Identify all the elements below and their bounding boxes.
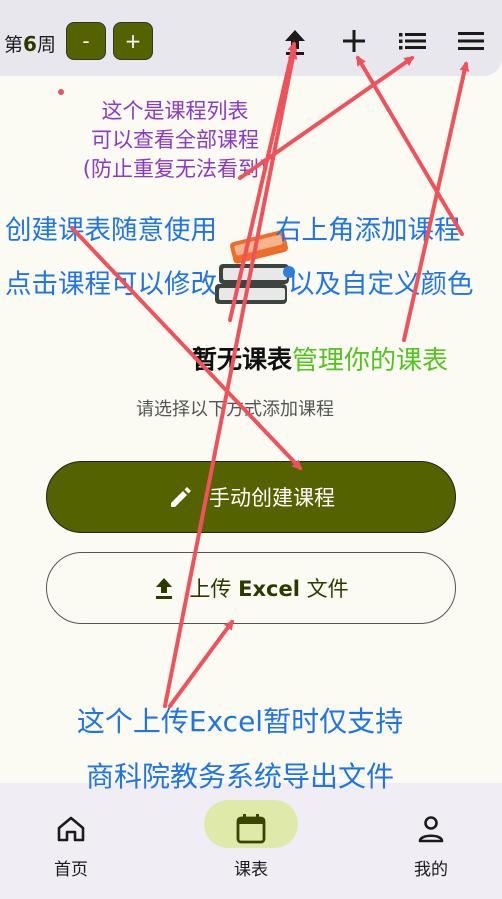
annotation-dot [58, 89, 64, 95]
plus-label: + [124, 29, 142, 53]
top-app-bar: 第6周 - + [0, 0, 502, 76]
annotation-create-schedule: 创建课表随意使用 [5, 215, 217, 246]
empty-state-title: 暂无课表 [192, 345, 293, 374]
annotation-course-list: 这个是课程列表 可以查看全部课程 (防止重复无法看到) [60, 97, 290, 184]
calendar-icon [236, 814, 266, 844]
nav-label-me: 我的 [414, 860, 448, 880]
nav-item-schedule[interactable]: 课表 [191, 783, 311, 899]
annotation-line: 这个是课程列表 [101, 99, 249, 123]
manual-create-label: 手动创建课程 [209, 486, 335, 510]
previous-week-button[interactable]: - [66, 22, 106, 60]
upload-suffix: 文件 [306, 577, 349, 601]
course-list-icon[interactable] [396, 24, 430, 58]
annotation-custom-color: 以及自定义颜色 [288, 269, 474, 300]
upload-label: 上传 Excel 文件 [189, 573, 348, 603]
week-prefix: 第 [4, 34, 24, 56]
upload-prefix: 上传 [189, 577, 232, 601]
week-suffix: 周 [36, 34, 56, 56]
annotation-manage-schedule: 管理你的课表 [292, 346, 449, 376]
add-icon[interactable] [337, 24, 371, 58]
annotation-edit-course: 点击课程可以修改 [5, 269, 217, 300]
nav-item-me[interactable]: 我的 [371, 783, 491, 899]
manual-create-course-button[interactable]: 手动创建课程 [46, 461, 456, 533]
home-icon [57, 816, 85, 842]
upload-excel-button[interactable]: 上传 Excel 文件 [46, 552, 456, 624]
upload-excel-word: Excel [238, 577, 300, 601]
upload-icon[interactable] [278, 24, 312, 58]
annotation-line: 可以查看全部课程 [91, 128, 259, 152]
nav-item-home[interactable]: 首页 [11, 783, 131, 899]
arrow-to-upload-button [168, 619, 234, 708]
nav-label-home: 首页 [54, 860, 88, 880]
menu-icon[interactable] [454, 24, 488, 58]
minus-label: - [82, 29, 90, 53]
nav-label-schedule: 课表 [234, 860, 268, 880]
annotation-upload-line2: 商科院教务系统导出文件 [85, 760, 394, 793]
annotation-add-course: 右上角添加课程 [275, 215, 461, 246]
upload-icon [156, 578, 173, 599]
week-number: 6 [23, 32, 37, 56]
person-icon [418, 816, 444, 843]
edit-icon [171, 487, 191, 507]
empty-state-subtitle: 请选择以下方式添加课程 [136, 399, 334, 420]
next-week-button[interactable]: + [113, 22, 153, 60]
bottom-navigation: 首页 课表 我的 [0, 783, 502, 899]
annotation-line: (防止重复无法看到) [82, 157, 268, 181]
annotation-upload-line1: 这个上传Excel暂时仅支持 [76, 705, 404, 738]
current-week: 第6周 [4, 30, 56, 57]
